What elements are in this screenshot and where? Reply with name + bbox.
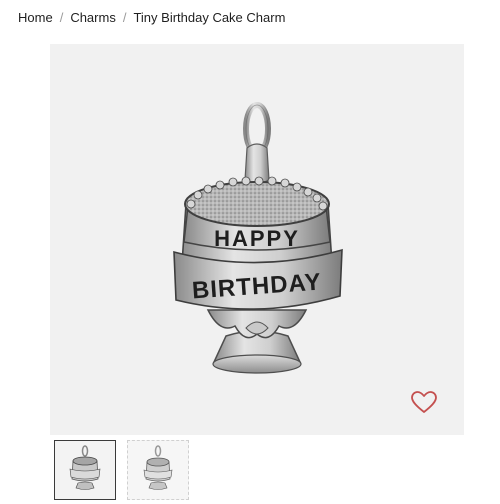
thumbnail-2[interactable]: [127, 440, 189, 500]
thumbnail-1[interactable]: [54, 440, 116, 500]
breadcrumb: Home / Charms / Tiny Birthday Cake Charm: [18, 10, 285, 25]
breadcrumb-link-home[interactable]: Home: [18, 10, 53, 25]
charm-illustration: HAPPY BIRTHDAY: [173, 102, 343, 374]
product-main-image[interactable]: HAPPY BIRTHDAY: [50, 44, 464, 435]
breadcrumb-separator: /: [122, 10, 127, 25]
charm-text-top: HAPPY: [214, 226, 300, 251]
breadcrumb-separator: /: [59, 10, 64, 25]
breadcrumb-link-charms[interactable]: Charms: [70, 10, 116, 25]
breadcrumb-current: Tiny Birthday Cake Charm: [133, 10, 286, 25]
thumbnail-gallery: [54, 440, 189, 500]
wishlist-heart-icon[interactable]: [411, 391, 437, 415]
